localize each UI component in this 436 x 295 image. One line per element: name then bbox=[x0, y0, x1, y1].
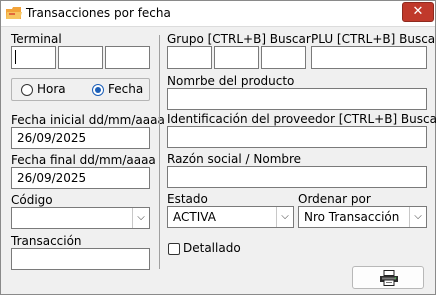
fecha-inicial-label: Fecha inicial dd/mm/aaaa bbox=[11, 113, 165, 127]
chevron-down-icon[interactable]: ⌵ bbox=[276, 207, 293, 227]
terminal-input-3[interactable] bbox=[105, 46, 150, 69]
estado-label: Estado bbox=[167, 192, 208, 206]
terminal-input-2[interactable] bbox=[58, 46, 103, 69]
producto-input[interactable] bbox=[167, 88, 427, 110]
producto-label: Nomrbe del producto bbox=[167, 74, 295, 88]
fecha-final-input[interactable]: 26/09/2025 bbox=[11, 167, 150, 189]
grupo-input-2[interactable] bbox=[214, 46, 259, 69]
plu-label: PLU [CTRL+B] Buscar bbox=[311, 32, 436, 46]
proveedor-input[interactable] bbox=[167, 126, 427, 148]
grupo-input-3[interactable] bbox=[261, 46, 306, 69]
radio-fecha[interactable] bbox=[92, 84, 104, 96]
ordenar-select[interactable]: Nro Transacción ⌵ bbox=[298, 206, 427, 228]
razon-social-label: Razón social / Nombre bbox=[167, 152, 302, 166]
grupo-input-1[interactable] bbox=[167, 46, 212, 69]
grupo-label: Grupo [CTRL+B] Buscar bbox=[167, 32, 311, 46]
text-cursor bbox=[15, 50, 16, 64]
transaccion-label: Transacción bbox=[11, 234, 82, 248]
radio-hora-label: Hora bbox=[37, 82, 66, 96]
plu-input[interactable] bbox=[311, 46, 427, 69]
radio-hora[interactable] bbox=[21, 84, 33, 96]
printer-icon bbox=[380, 270, 398, 286]
razon-social-input[interactable] bbox=[167, 166, 427, 188]
close-icon: ✕ bbox=[412, 4, 424, 19]
radio-fecha-label: Fecha bbox=[108, 82, 144, 96]
chevron-down-icon[interactable]: ⌵ bbox=[132, 208, 149, 228]
chevron-down-icon[interactable]: ⌵ bbox=[409, 207, 426, 227]
terminal-input-1[interactable] bbox=[11, 46, 56, 69]
close-button[interactable]: ✕ bbox=[402, 2, 434, 22]
detallado-label: Detallado bbox=[183, 241, 241, 255]
codigo-label: Código bbox=[11, 193, 53, 207]
codigo-select[interactable]: ⌵ bbox=[11, 207, 150, 229]
fecha-final-label: Fecha final dd/mm/aaaa bbox=[11, 153, 156, 167]
title-bar: Transacciones por fecha ✕ bbox=[1, 1, 435, 27]
window-title: Transacciones por fecha bbox=[26, 6, 171, 20]
ordenar-label: Ordenar por bbox=[298, 192, 371, 206]
detallado-checkbox[interactable] bbox=[168, 243, 180, 255]
transaccion-input[interactable] bbox=[11, 248, 150, 270]
fecha-inicial-input[interactable]: 26/09/2025 bbox=[11, 127, 150, 149]
proveedor-label: Identificación del proveedor [CTRL+B] Bu… bbox=[167, 112, 436, 126]
terminal-label: Terminal bbox=[11, 32, 62, 46]
estado-select[interactable]: ACTIVA ⌵ bbox=[167, 206, 294, 228]
folder-icon bbox=[6, 7, 22, 19]
time-mode-group: Hora Fecha bbox=[11, 78, 150, 101]
column-divider bbox=[159, 35, 160, 269]
dialog-window: Transacciones por fecha ✕ Terminal Hora … bbox=[0, 0, 436, 295]
print-button[interactable] bbox=[352, 266, 424, 289]
